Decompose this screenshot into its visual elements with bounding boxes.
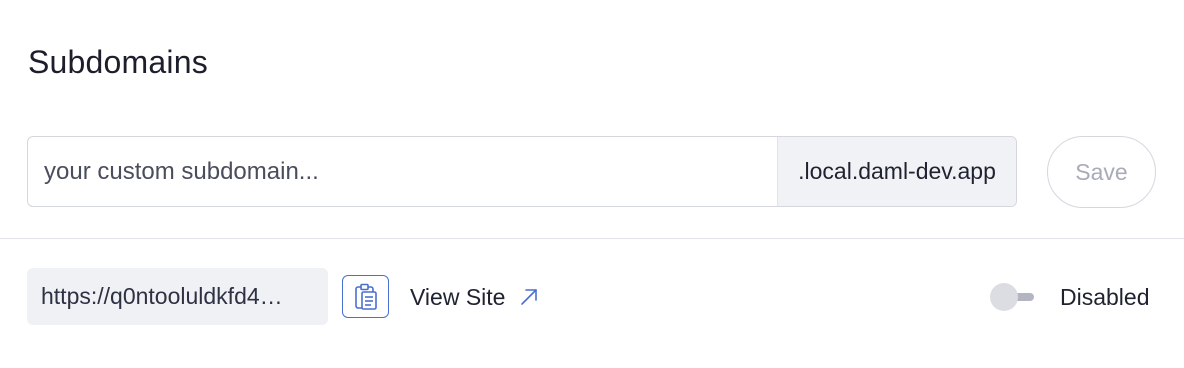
domain-suffix: .local.daml-dev.app [777, 137, 1016, 206]
save-button[interactable]: Save [1047, 136, 1156, 208]
subdomain-input-group: .local.daml-dev.app [27, 136, 1017, 207]
view-site-label: View Site [410, 283, 506, 310]
clipboard-icon [354, 283, 377, 310]
copy-url-button[interactable] [342, 275, 389, 318]
arrow-up-right-icon [519, 287, 539, 307]
subdomains-panel: Subdomains .local.daml-dev.app Save http… [0, 0, 1184, 368]
view-site-link[interactable]: View Site [410, 280, 539, 314]
site-url: https://q0ntooluldkfd4… [41, 283, 283, 309]
section-title: Subdomains [28, 44, 208, 80]
site-enabled-toggle[interactable] [990, 283, 1034, 311]
toggle-knob [990, 283, 1018, 311]
subdomain-input[interactable] [28, 137, 777, 206]
toggle-status-label: Disabled [1060, 284, 1150, 310]
divider [0, 238, 1184, 239]
site-url-box: https://q0ntooluldkfd4… [27, 268, 328, 325]
